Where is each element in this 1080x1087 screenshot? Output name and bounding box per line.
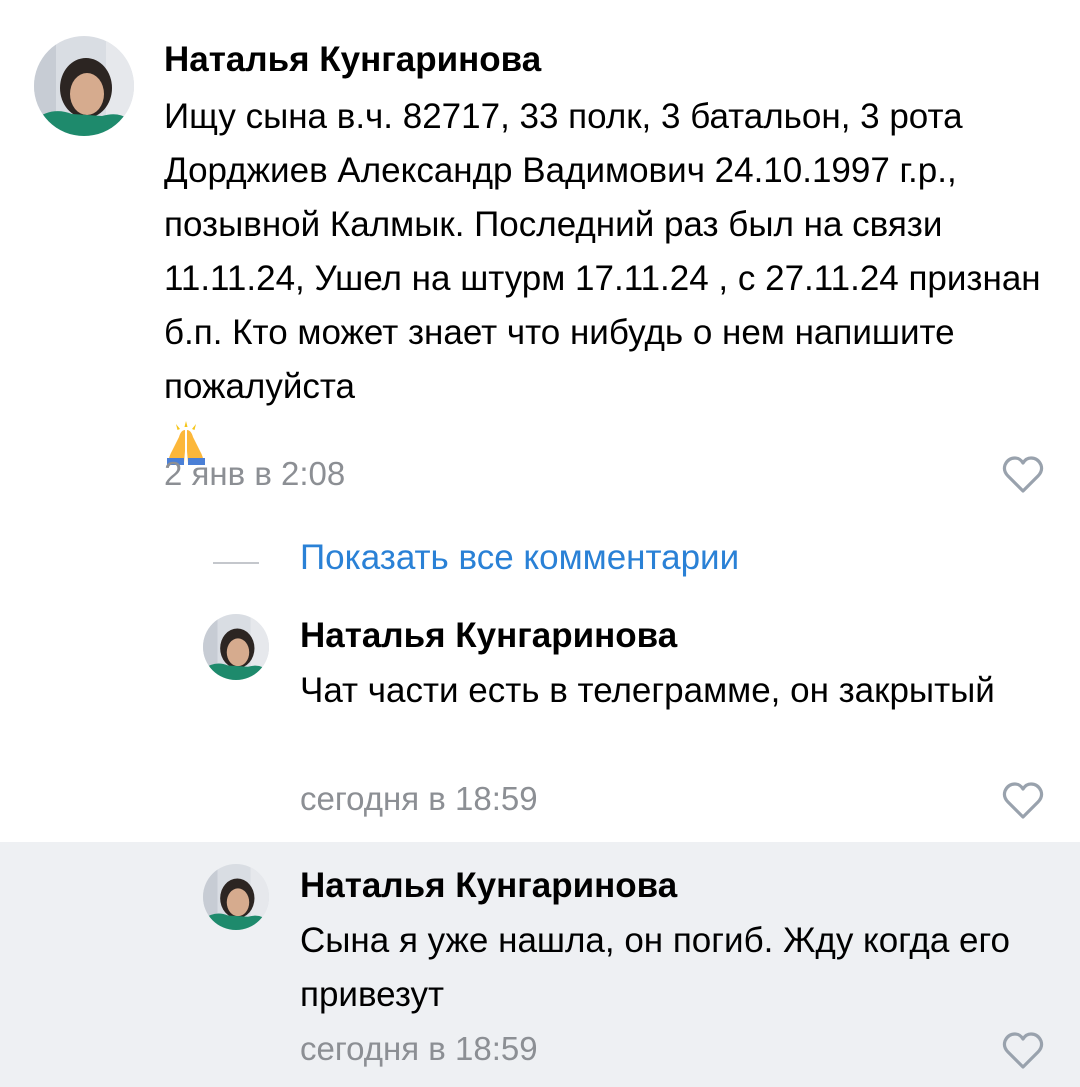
comment-timestamp: сегодня в 18:59 (300, 780, 538, 817)
avatar[interactable] (34, 36, 134, 136)
comment-text: Сына я уже нашла, он погиб. Жду когда ег… (300, 921, 1010, 1014)
avatar-photo (203, 614, 269, 680)
avatar-photo (34, 36, 134, 136)
comment-timestamp: сегодня в 18:59 (300, 1030, 538, 1067)
like-button[interactable] (1002, 456, 1044, 494)
comment-main: Наталья Кунгаринова Ищу сына в.ч. 82717,… (0, 0, 1080, 520)
heart-outline-icon (1002, 456, 1044, 493)
comments-page: Наталья Кунгаринова Ищу сына в.ч. 82717,… (0, 0, 1080, 1087)
show-all-comments-row: Показать все комментарии (0, 530, 1080, 590)
like-button[interactable] (1002, 1032, 1044, 1070)
avatar-photo (203, 864, 269, 930)
like-button[interactable] (1002, 782, 1044, 820)
comment-author[interactable]: Наталья Кунгаринова (300, 616, 677, 656)
comment-reply: Наталья Кунгаринова Чат части есть в тел… (0, 598, 1080, 842)
comment-reply-highlighted: Наталья Кунгаринова Сына я уже нашла, он… (0, 842, 1080, 1087)
comment-text-body: Ищу сына в.ч. 82717, 33 полк, 3 батальон… (164, 97, 1041, 406)
comment-author[interactable]: Наталья Кунгаринова (164, 40, 541, 80)
heart-outline-icon (1002, 782, 1044, 819)
show-all-comments-link[interactable]: Показать все комментарии (300, 538, 739, 578)
avatar[interactable] (203, 614, 269, 680)
comment-author[interactable]: Наталья Кунгаринова (300, 866, 677, 906)
heart-outline-icon (1002, 1032, 1044, 1069)
comment-text: Чат части есть в телеграмме, он закрытый (300, 671, 995, 710)
comment-text: Ищу сына в.ч. 82717, 33 полк, 3 батальон… (164, 90, 1044, 468)
thread-divider (213, 562, 259, 564)
comment-timestamp: 2 янв в 2:08 (164, 455, 346, 492)
avatar[interactable] (203, 864, 269, 930)
